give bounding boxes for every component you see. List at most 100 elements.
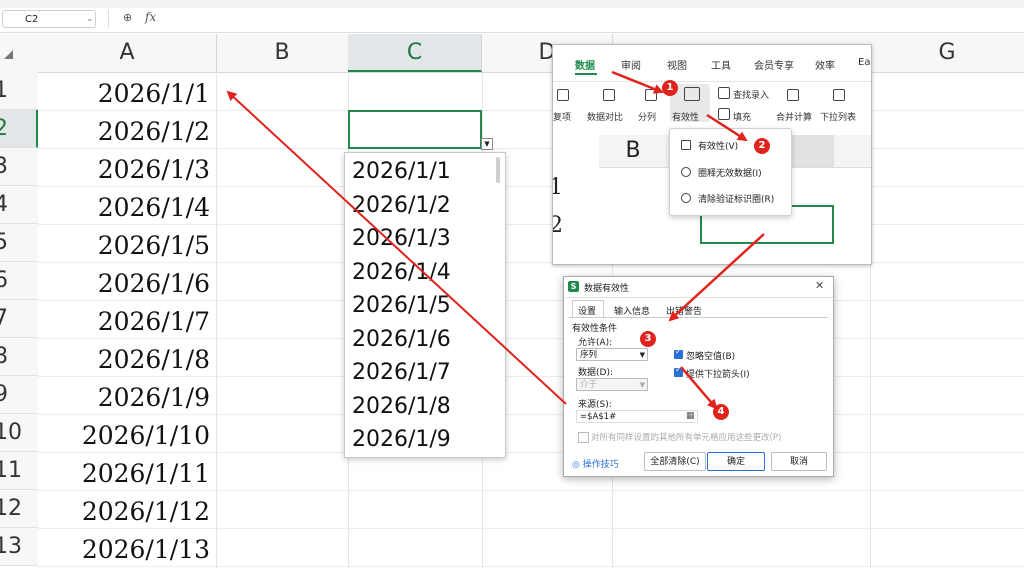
row-header[interactable]: 3 xyxy=(0,148,38,186)
cell-a[interactable]: 2026/1/11 xyxy=(38,452,216,490)
row-header[interactable]: 2 xyxy=(0,110,38,148)
tab-settings[interactable]: 设置 xyxy=(578,304,596,317)
cell-a[interactable]: 2026/1/4 xyxy=(38,186,216,224)
menu-item-validity[interactable]: 有效性(V) xyxy=(698,139,738,152)
tab-efficiency[interactable]: 效率 xyxy=(815,57,835,72)
dropdown-option[interactable]: 2026/1/3 xyxy=(352,222,451,255)
dropdown-option[interactable]: 2026/1/2 xyxy=(352,189,451,222)
fill-button[interactable]: 填充 xyxy=(733,110,751,123)
row-header[interactable]: 13 xyxy=(0,528,38,566)
step-badge-1: 1 xyxy=(662,80,678,96)
formula-input[interactable]: ⊕ fx xyxy=(108,10,1024,28)
data-label: 数据(D): xyxy=(578,368,613,378)
tab-member[interactable]: 会员专享 xyxy=(754,57,794,72)
compare-button[interactable]: 数据对比 xyxy=(587,110,623,123)
range-picker-icon[interactable]: ▦ xyxy=(686,411,695,421)
row-header[interactable]: 1 xyxy=(0,72,38,110)
clear-all-button[interactable]: 全部清除(C) xyxy=(644,452,706,471)
zoom-icon[interactable]: ⊕ xyxy=(123,11,132,24)
tab-input-message[interactable]: 输入信息 xyxy=(614,304,650,317)
section-label: 有效性条件 xyxy=(572,324,618,334)
column-header-g[interactable]: G xyxy=(870,34,1024,72)
cell-a[interactable]: 2026/1/9 xyxy=(38,376,216,414)
split-button[interactable]: 分列 xyxy=(638,110,656,123)
cell-a[interactable]: 2026/1/3 xyxy=(38,148,216,186)
data-select[interactable]: 介于 ▼ xyxy=(576,378,648,391)
source-label: 来源(S): xyxy=(578,400,612,410)
tab-view[interactable]: 视图 xyxy=(667,57,687,72)
row-header[interactable]: 11 xyxy=(0,452,38,490)
duplicate-icon xyxy=(557,89,569,101)
scrollbar-thumb[interactable] xyxy=(496,157,500,183)
dropdown-option[interactable]: 2026/1/9 xyxy=(352,423,451,456)
column-header-c[interactable]: C xyxy=(348,34,482,72)
tab-tools[interactable]: 工具 xyxy=(711,57,731,72)
cancel-button[interactable]: 取消 xyxy=(771,452,827,471)
close-icon[interactable]: ✕ xyxy=(815,279,824,292)
source-input[interactable]: =$A$1# xyxy=(576,410,698,423)
cell-a[interactable]: 2026/1/2 xyxy=(38,110,216,148)
duplicate-button[interactable]: 复项 xyxy=(553,110,571,123)
column-header-a[interactable]: A xyxy=(38,34,217,72)
row-header[interactable]: 7 xyxy=(0,300,38,338)
cell-a[interactable]: 2026/1/5 xyxy=(38,224,216,262)
cell-a[interactable]: 2026/1/10 xyxy=(38,414,216,452)
row-header-label: 5 xyxy=(0,224,8,261)
allow-select[interactable]: 序列 ▼ xyxy=(576,348,648,361)
tab-review[interactable]: 审阅 xyxy=(621,57,641,72)
formula-bar: C2 ⌄ ⊕ fx xyxy=(0,8,1024,33)
cell-a[interactable]: 2026/1/13 xyxy=(38,528,216,566)
ok-button[interactable]: 确定 xyxy=(707,452,765,471)
row-header[interactable]: 6 xyxy=(0,262,38,300)
validity-button[interactable]: 有效性 xyxy=(672,110,699,123)
row-header-label: 10 xyxy=(0,420,22,445)
circle-invalid-icon xyxy=(681,167,691,177)
tab-more[interactable]: Ea xyxy=(858,57,870,68)
active-tab-underline xyxy=(575,73,597,75)
lookup-button[interactable]: 查找录入 xyxy=(733,88,769,101)
selected-cell-c2[interactable] xyxy=(348,110,482,149)
fx-icon[interactable]: fx xyxy=(145,10,156,24)
chevron-down-icon[interactable]: ⌄ xyxy=(86,10,94,28)
merge-calc-icon xyxy=(787,89,799,101)
menu-item-clear-circles[interactable]: 清除验证标识圈(R) xyxy=(698,192,774,205)
row-header[interactable]: 5 xyxy=(0,224,38,262)
merge-calc-button[interactable]: 合并计算 xyxy=(776,110,812,123)
dropdown-option[interactable]: 2026/1/1 xyxy=(352,155,451,188)
menu-item-circle-invalid[interactable]: 圈释无效数据(I) xyxy=(698,166,762,179)
tab-data[interactable]: 数据 xyxy=(575,57,595,72)
cell-a[interactable]: 2026/1/12 xyxy=(38,490,216,528)
dropdown-option[interactable]: 2026/1/8 xyxy=(352,390,451,423)
inset-row-1: 1 xyxy=(553,175,563,200)
grid-line xyxy=(216,72,217,569)
row-header-label: 8 xyxy=(0,338,8,375)
tips-link[interactable]: ◎ 操作技巧 xyxy=(572,457,619,470)
select-all-corner[interactable] xyxy=(0,34,38,72)
row-header[interactable]: 4 xyxy=(0,186,38,224)
cell-dropdown-list[interactable]: 2026/1/1 2026/1/2 2026/1/3 2026/1/4 2026/1/5… xyxy=(344,152,506,458)
name-box[interactable]: C2 xyxy=(2,10,96,28)
cell-a[interactable]: 2026/1/6 xyxy=(38,262,216,300)
dropdown-option[interactable]: 2026/1/4 xyxy=(352,256,451,289)
dropdown-list-button[interactable]: 下拉列表 xyxy=(820,110,856,123)
row-header[interactable]: 12 xyxy=(0,490,38,528)
row-header[interactable]: 10 xyxy=(0,414,38,452)
tab-error-alert[interactable]: 出错警告 xyxy=(666,304,702,317)
dropdown-option[interactable]: 2026/1/6 xyxy=(352,323,451,356)
cell-a[interactable]: 2026/1/8 xyxy=(38,338,216,376)
row-header-label: 1 xyxy=(0,72,8,109)
chevron-down-icon: ▼ xyxy=(639,351,645,359)
cell-a[interactable]: 2026/1/1 xyxy=(38,72,216,110)
provide-dropdown-checkbox[interactable] xyxy=(674,365,683,377)
cell-dropdown-button[interactable]: ▼ xyxy=(481,138,493,150)
column-header-b[interactable]: B xyxy=(216,34,349,72)
dropdown-option[interactable]: 2026/1/5 xyxy=(352,289,451,322)
cell-a[interactable]: 2026/1/7 xyxy=(38,300,216,338)
row-header[interactable]: 9 xyxy=(0,376,38,414)
row-header[interactable]: 8 xyxy=(0,338,38,376)
ignore-blank-checkbox[interactable] xyxy=(674,347,683,359)
source-value: =$A$1# xyxy=(580,412,617,422)
tips-icon: ◎ xyxy=(572,460,580,470)
apply-all-checkbox[interactable] xyxy=(578,432,589,443)
dropdown-option[interactable]: 2026/1/7 xyxy=(352,356,451,389)
